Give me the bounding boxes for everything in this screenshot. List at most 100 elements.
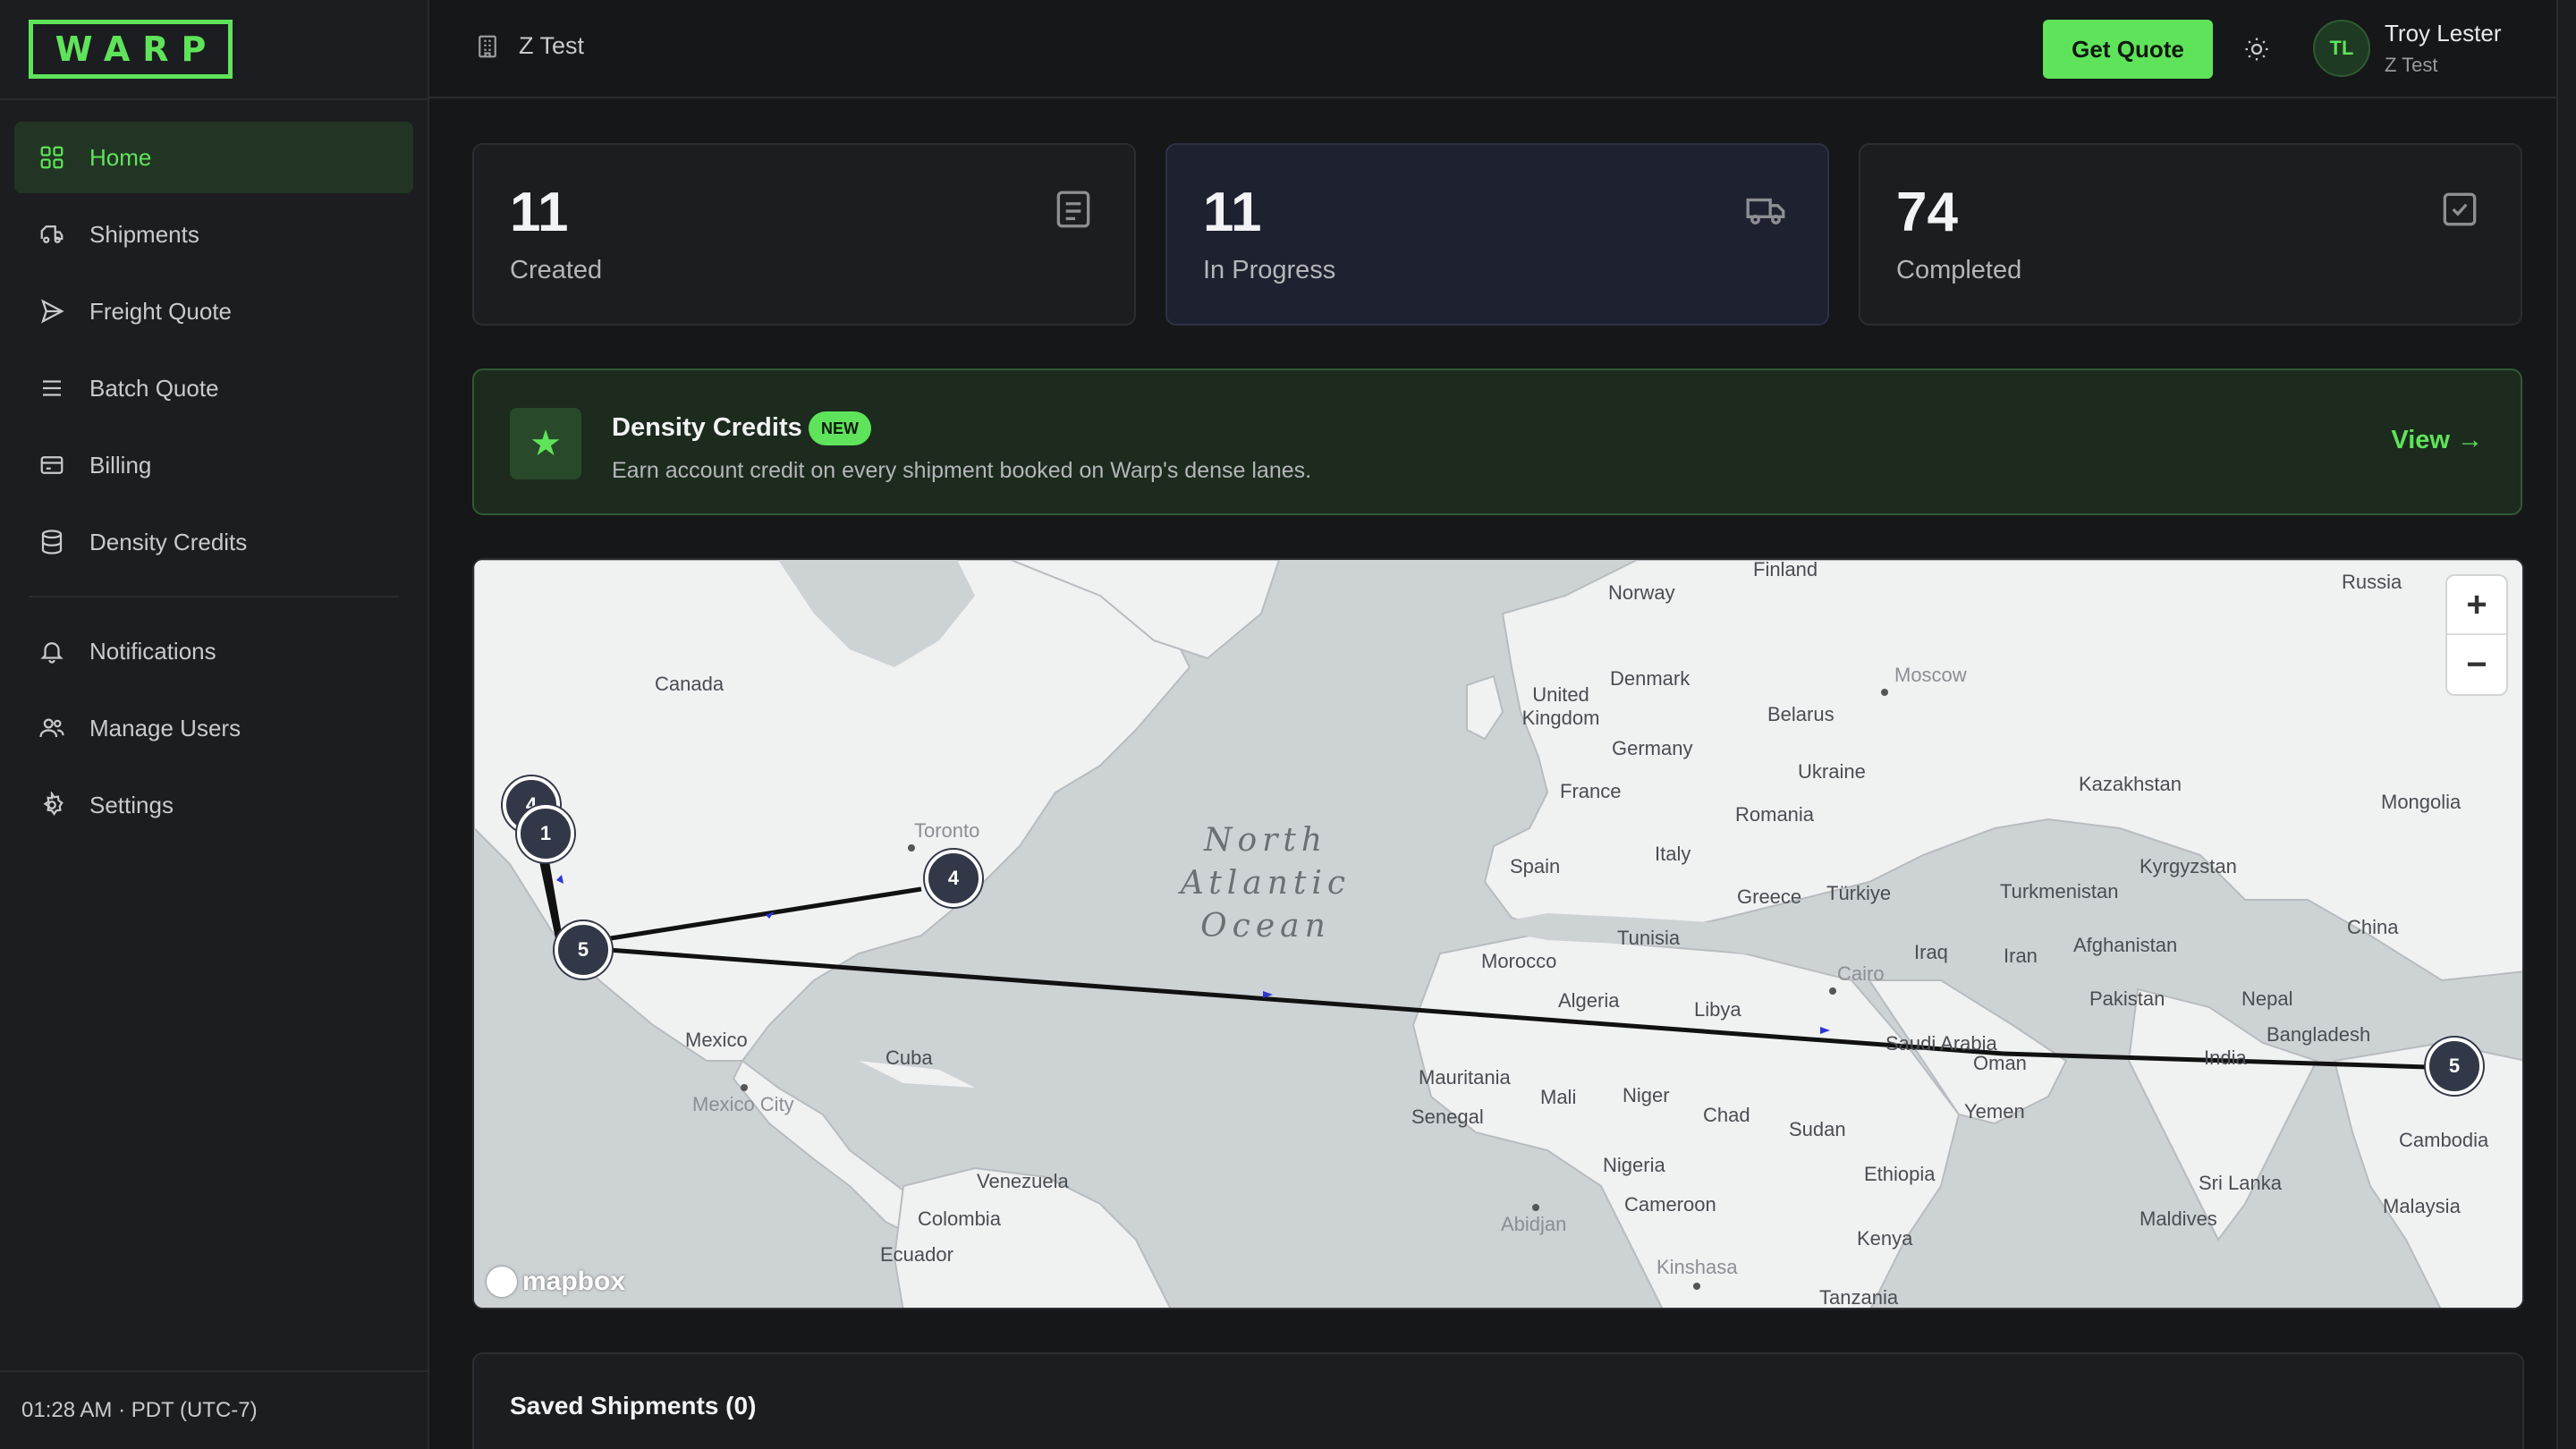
user-name[interactable]: Troy Lester [2385,20,2502,47]
map-label: Maldives [2140,1208,2217,1230]
database-icon [38,528,66,556]
ocean-label: North Atlantic Ocean [1180,822,1352,945]
sidebar-item-label: Home [89,143,152,171]
stat-value: 74 [1896,182,1958,243]
map-label: Russia [2342,571,2402,593]
map-cluster-marker[interactable]: 4 [925,850,982,907]
theme-toggle-button[interactable] [2238,30,2275,68]
map-cluster-marker[interactable]: 5 [555,921,612,979]
sidebar-item-batch-quote[interactable]: Batch Quote [14,352,413,424]
sidebar-item-home[interactable]: Home [14,122,413,193]
new-badge: NEW [809,411,871,445]
map-label: Denmark [1610,667,1690,690]
top-header: Z Test Get Quote TL Troy Lester Z Test [429,0,2576,98]
saved-shipments-title: Saved Shipments (0) [510,1392,757,1419]
map-label: Pakistan [2089,987,2165,1010]
shipments-map[interactable]: Finland Norway Russia Canada United King… [472,558,2524,1309]
map-label: Libya [1694,998,1741,1021]
map-label: Mauritania [1419,1066,1511,1089]
map-label: Afghanistan [2073,934,2178,956]
sidebar-item-label: Notifications [89,637,216,665]
stat-card-created[interactable]: 11 Created [472,143,1136,326]
map-label: India [2204,1046,2247,1069]
map-label: Norway [1608,581,1675,604]
truck-icon [1743,186,1790,233]
map-cluster-marker[interactable]: 5 [2426,1038,2483,1095]
zoom-in-button[interactable]: + [2447,576,2506,635]
sidebar-item-label: Manage Users [89,714,242,741]
map-base [474,560,2522,1308]
sidebar-item-density-credits[interactable]: Density Credits [14,506,413,578]
banner-title: Density Credits [612,413,802,442]
sidebar-item-label: Freight Quote [89,297,232,325]
map-label: Kinshasa [1657,1256,1738,1278]
sidebar-nav: Home Shipments Freight Quote Batch Quote… [14,122,413,846]
list-icon [38,374,66,402]
map-label: Abidjan [1501,1213,1567,1235]
mapbox-icon [487,1267,517,1297]
truck-icon [38,220,66,249]
map-label: Yemen [1964,1100,2025,1123]
sidebar-item-settings[interactable]: Settings [14,769,413,841]
nav-divider [29,596,399,597]
stat-card-in-progress[interactable]: 11 In Progress [1165,143,1829,326]
map-label: Tanzania [1819,1286,1899,1309]
map-label: China [2347,916,2399,938]
sidebar-item-shipments[interactable]: Shipments [14,199,413,270]
stat-label: Created [510,256,603,284]
map-label: Nigeria [1603,1154,1665,1176]
sidebar-item-notifications[interactable]: Notifications [14,615,413,687]
map-label: Sudan [1789,1118,1846,1140]
map-label: Iran [2004,945,2038,967]
map-label: Oman [1973,1052,2027,1074]
check-square-icon [2436,186,2483,233]
map-label: Ukraine [1798,760,1866,783]
send-icon [38,297,66,326]
sidebar-item-billing[interactable]: Billing [14,429,413,501]
logo-text: WARP [55,30,219,69]
avatar[interactable]: TL [2313,20,2370,77]
map-label: Mexico City [692,1093,794,1115]
map-label: Greece [1737,886,1802,908]
map-label: Spain [1510,855,1561,877]
map-label: Ethiopia [1864,1163,1936,1185]
map-label: Romania [1735,803,1815,826]
map-label: Kenya [1857,1227,1913,1250]
sidebar-item-label: Density Credits [89,528,248,555]
get-quote-button[interactable]: Get Quote [2043,20,2213,79]
view-link[interactable]: View → [2391,426,2483,455]
stat-value: 11 [510,182,569,243]
map-label: Cambodia [2399,1129,2489,1151]
map-label: United Kingdom [1521,683,1600,729]
document-icon [1050,186,1097,233]
sidebar-item-manage-users[interactable]: Manage Users [14,692,413,764]
map-label: Niger [1623,1084,1670,1106]
local-time: 01:28 AM · PDT (UTC-7) [0,1370,429,1449]
zoom-out-button[interactable]: − [2447,635,2506,694]
stat-label: In Progress [1203,256,1336,284]
map-label: Italy [1655,843,1691,865]
credit-card-icon [38,451,66,479]
sidebar-item-label: Billing [89,451,152,479]
map-label: Kazakhstan [2079,773,2182,795]
mapbox-logo[interactable]: mapbox [487,1267,625,1297]
density-credits-banner: ★ Density Credits NEW Earn account credi… [472,369,2522,515]
map-label: Mexico [685,1029,748,1051]
org-switcher[interactable]: Z Test [474,32,584,60]
building-icon [479,35,496,57]
stat-card-completed[interactable]: 74 Completed [1859,143,2522,326]
map-label: Cuba [886,1046,933,1069]
star-icon: ★ [510,408,581,479]
map-label: Turkmenistan [2000,880,2119,902]
map-cluster-marker[interactable]: 1 [517,805,574,862]
mapbox-attribution: mapbox [522,1267,626,1296]
map-label: Senegal [1411,1106,1484,1128]
org-name: Z Test [519,32,585,59]
map-label: Canada [655,673,724,695]
scrollbar[interactable] [2556,0,2576,1449]
map-label: Toronto [914,819,980,842]
sidebar-item-label: Settings [89,791,174,818]
sidebar-item-label: Shipments [89,220,199,248]
warp-logo[interactable]: WARP [29,20,233,79]
sidebar-item-freight-quote[interactable]: Freight Quote [14,275,413,347]
